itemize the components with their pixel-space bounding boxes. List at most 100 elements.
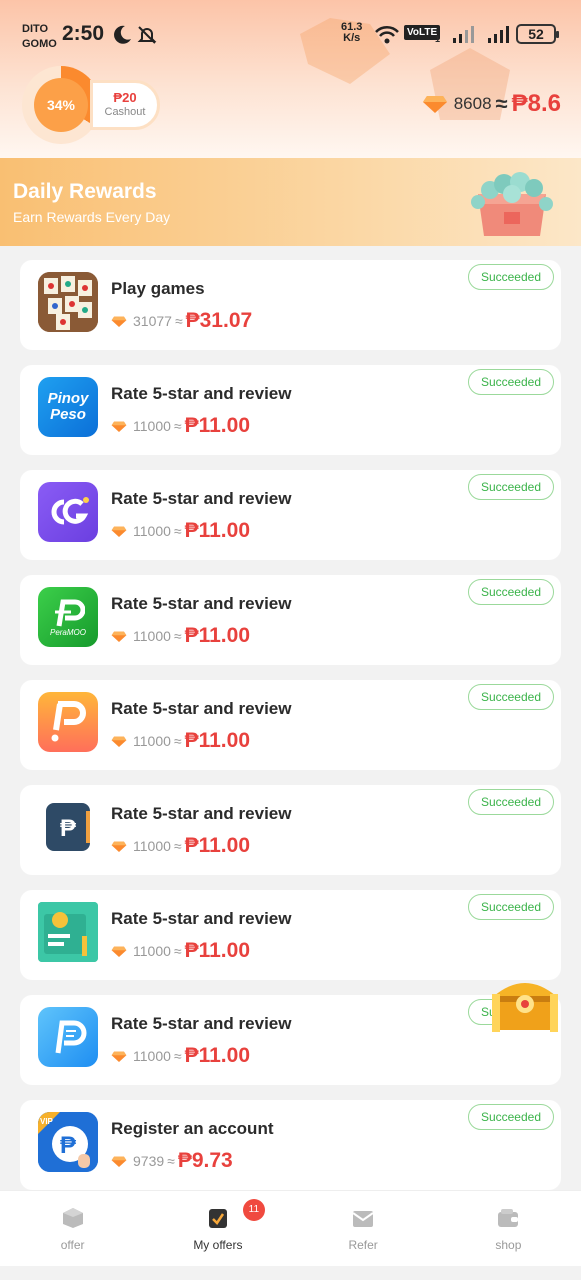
offer-cash: ₱11.00 — [184, 1044, 250, 1067]
balance-display: 8608 ≈ ₱8.6 — [422, 90, 561, 118]
offers-list[interactable]: Play games 31077 ≈ ₱31.07 Succeeded Pino… — [0, 246, 581, 1190]
offer-points: 11000 — [133, 943, 171, 959]
offer-reward: 11000 ≈ ₱11.00 — [111, 1044, 250, 1068]
offer-points: 11000 — [133, 523, 171, 539]
volte-label: VoLTE — [407, 27, 438, 38]
offer-title: Register an account — [111, 1119, 274, 1138]
svg-text:₱: ₱ — [60, 815, 77, 842]
speed-unit: K/s — [343, 32, 361, 44]
offer-card[interactable]: Rate 5-star and review 11000 ≈ ₱11.00 Su… — [20, 890, 561, 980]
offer-card[interactable]: ₱ Rate 5-star and review 11000 ≈ ₱11.00 … — [20, 785, 561, 875]
banner-subtitle: Earn Rewards Every Day — [13, 209, 171, 225]
offer-points: 11000 — [133, 418, 171, 434]
offer-points: 11000 — [133, 838, 171, 854]
bell-off-icon — [137, 26, 157, 44]
status-badge: Succeeded — [467, 369, 554, 395]
offer-title: Rate 5-star and review — [111, 909, 292, 928]
offer-reward: 31077 ≈ ₱31.07 — [111, 309, 252, 333]
envelope-icon — [352, 1211, 374, 1227]
nav-label: shop — [495, 1238, 522, 1252]
battery-indicator: 52 — [516, 24, 559, 44]
mahjong-game-icon — [38, 272, 98, 332]
offer-cash: ₱11.00 — [184, 729, 250, 752]
offer-title: Rate 5-star and review — [111, 804, 292, 823]
daily-rewards-banner[interactable]: Daily Rewards Earn Rewards Every Day — [0, 158, 581, 246]
gem-icon — [111, 841, 127, 852]
gem-icon — [111, 316, 127, 327]
offer-reward: 11000 ≈ ₱11.00 — [111, 414, 250, 438]
peso-balance: ₱8.6 — [511, 90, 561, 117]
icon-text: Pinoy Peso — [47, 390, 89, 423]
cashout-amount: ₱20 — [113, 90, 137, 105]
status-badge: Succeeded — [467, 684, 554, 710]
gem-icon — [111, 631, 127, 642]
bottom-navigation: offer My offers 11 Refer shop — [0, 1190, 581, 1266]
gem-icon — [111, 946, 127, 957]
nav-my-offers[interactable]: My offers 11 — [145, 1191, 290, 1266]
offer-title: Rate 5-star and review — [111, 594, 292, 613]
status-badge: Succeeded — [467, 474, 554, 500]
offer-cash: ₱11.00 — [184, 519, 250, 542]
moon-icon — [114, 25, 131, 44]
offer-title: Rate 5-star and review — [111, 489, 292, 508]
carrier-name: DITO GOMO — [22, 22, 57, 52]
offer-card[interactable]: Rate 5-star and review 11000 ≈ ₱11.00 Su… — [20, 995, 561, 1085]
peso-wallet-icon: ₱ — [38, 797, 98, 857]
offer-card[interactable]: ₱ VIP Register an account 9739 ≈ ₱9.73 S… — [20, 1100, 561, 1190]
orange-p-app-icon — [38, 692, 98, 752]
offer-cash: ₱11.00 — [184, 939, 250, 962]
treasure-chest-icon[interactable] — [488, 970, 562, 1036]
offer-card[interactable]: Pinoy Peso Rate 5-star and review 11000 … — [20, 365, 561, 455]
status-badge: Succeeded — [467, 264, 554, 290]
offer-card[interactable]: Rate 5-star and review 11000 ≈ ₱11.00 Su… — [20, 470, 561, 560]
status-badge: Succeeded — [467, 789, 554, 815]
approx-sign: ≈ — [167, 1153, 175, 1169]
wifi-icon — [375, 25, 399, 44]
approx-sign: ≈ — [173, 418, 182, 434]
offer-points: 31077 — [133, 313, 172, 329]
offer-cash: ₱31.07 — [185, 309, 253, 332]
offer-reward: 11000 ≈ ₱11.00 — [111, 624, 250, 648]
header: DITO GOMO 2:50 61.3 K/s VoLTE 1 52 34% ₱… — [0, 0, 581, 158]
gem-icon — [111, 526, 127, 537]
offer-cash: ₱9.73 — [177, 1149, 233, 1172]
carrier-line-1: DITO — [22, 23, 49, 35]
nav-offer[interactable]: offer — [0, 1191, 145, 1266]
nav-label: My offers — [193, 1238, 243, 1252]
offer-cash: ₱11.00 — [184, 624, 250, 647]
gem-icon — [111, 1156, 127, 1167]
cashout-label: Cashout — [104, 106, 146, 118]
nav-shop[interactable]: shop — [436, 1191, 581, 1266]
offer-reward: 11000 ≈ ₱11.00 — [111, 519, 250, 543]
approx-sign: ≈ — [173, 943, 182, 959]
banner-title: Daily Rewards — [13, 180, 157, 203]
peramoo-icon: PeraMOO — [38, 587, 98, 647]
cashout-progress-ring[interactable]: 34% — [22, 66, 100, 144]
offer-reward: 9739 ≈ ₱9.73 — [111, 1149, 233, 1173]
offer-title: Rate 5-star and review — [111, 384, 292, 403]
approx-sign: ≈ — [173, 1048, 182, 1064]
offer-card[interactable]: Rate 5-star and review 11000 ≈ ₱11.00 Su… — [20, 680, 561, 770]
gem-icon — [111, 736, 127, 747]
nav-label: Refer — [348, 1238, 378, 1252]
status-badge: Succeeded — [467, 894, 554, 920]
blue-p-app-icon — [38, 1007, 98, 1067]
clock: 2:50 — [62, 22, 105, 45]
clipboard-check-icon — [208, 1209, 227, 1228]
gem-icon — [111, 421, 127, 432]
vip-peso-icon: ₱ VIP — [38, 1112, 98, 1172]
notification-badge: 11 — [242, 1199, 265, 1221]
cashout-button[interactable]: ₱20 Cashout — [90, 80, 160, 130]
offer-reward: 11000 ≈ ₱11.00 — [111, 939, 250, 963]
nav-refer[interactable]: Refer — [291, 1191, 436, 1266]
status-badge: Succeeded — [467, 1104, 554, 1130]
approx-sign: ≈ — [173, 523, 182, 539]
signal-icon — [488, 26, 509, 43]
offer-title: Rate 5-star and review — [111, 699, 292, 718]
offer-points: 9739 — [133, 1153, 165, 1169]
icon-text: PeraMOO — [49, 627, 86, 637]
offer-card[interactable]: PeraMOO Rate 5-star and review 11000 ≈ ₱… — [20, 575, 561, 665]
nav-label: offer — [60, 1238, 85, 1252]
offer-card[interactable]: Play games 31077 ≈ ₱31.07 Succeeded — [20, 260, 561, 350]
coin-balance: 8608 — [453, 94, 492, 113]
